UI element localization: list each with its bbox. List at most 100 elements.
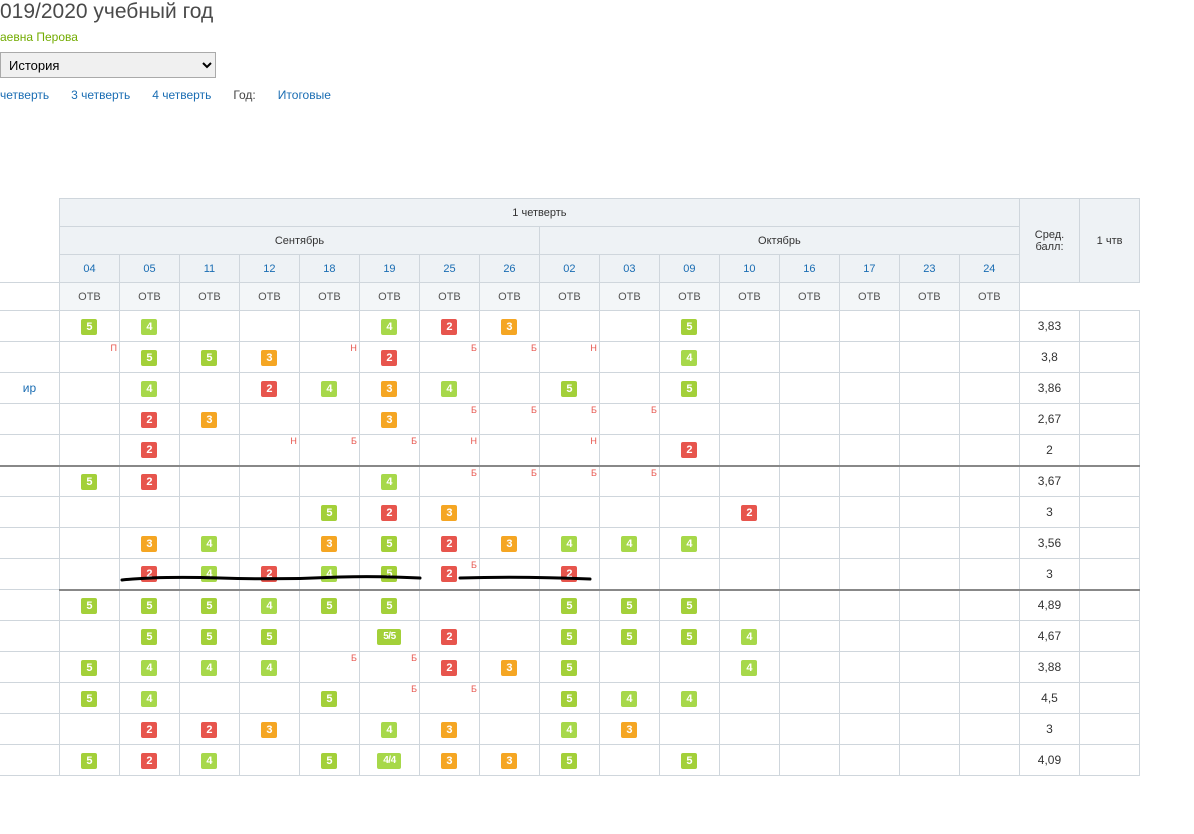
grade-cell[interactable]: 5 xyxy=(59,745,119,776)
grade-cell[interactable] xyxy=(899,652,959,683)
grade-cell[interactable]: 5 xyxy=(119,590,179,621)
grade-cell[interactable]: Н xyxy=(419,435,479,466)
grade-cell[interactable] xyxy=(119,497,179,528)
grade-cell[interactable] xyxy=(839,404,899,435)
date-col-03[interactable]: 03 xyxy=(599,255,659,283)
grade-cell[interactable] xyxy=(719,311,779,342)
grade-cell[interactable] xyxy=(839,652,899,683)
grade-cell[interactable] xyxy=(299,404,359,435)
grade-cell[interactable] xyxy=(239,683,299,714)
grade-cell[interactable] xyxy=(779,590,839,621)
grade-cell[interactable] xyxy=(479,683,539,714)
grade-cell[interactable] xyxy=(959,714,1019,745)
grade-cell[interactable]: Б xyxy=(359,435,419,466)
grade-cell[interactable] xyxy=(839,683,899,714)
grade-cell[interactable] xyxy=(779,311,839,342)
grade-cell[interactable] xyxy=(59,373,119,404)
grade-cell[interactable]: 2 xyxy=(119,714,179,745)
grade-cell[interactable]: 2 xyxy=(239,373,299,404)
grade-cell[interactable] xyxy=(779,683,839,714)
grade-cell[interactable] xyxy=(839,528,899,559)
grade-cell[interactable]: 5 xyxy=(659,590,719,621)
grade-cell[interactable]: 5 xyxy=(299,590,359,621)
grade-cell[interactable]: 4 xyxy=(299,559,359,590)
grade-cell[interactable]: Б xyxy=(359,683,419,714)
grade-cell[interactable] xyxy=(719,466,779,497)
grade-cell[interactable]: 5 xyxy=(659,311,719,342)
date-col-17[interactable]: 17 xyxy=(839,255,899,283)
grade-cell[interactable]: Б xyxy=(539,404,599,435)
grade-cell[interactable]: П xyxy=(59,342,119,373)
date-col-09[interactable]: 09 xyxy=(659,255,719,283)
grade-cell[interactable] xyxy=(959,404,1019,435)
grade-cell[interactable] xyxy=(59,404,119,435)
grade-cell[interactable] xyxy=(719,404,779,435)
grade-cell[interactable] xyxy=(179,497,239,528)
grade-cell[interactable] xyxy=(959,342,1019,373)
grade-cell[interactable]: 4 xyxy=(719,652,779,683)
grade-cell[interactable] xyxy=(839,466,899,497)
grade-cell[interactable]: 4 xyxy=(659,342,719,373)
grade-cell[interactable] xyxy=(59,497,119,528)
grade-cell[interactable] xyxy=(959,590,1019,621)
grade-cell[interactable] xyxy=(779,497,839,528)
grade-cell[interactable]: 2 xyxy=(119,435,179,466)
grade-cell[interactable] xyxy=(239,311,299,342)
grade-cell[interactable]: 2Б xyxy=(419,559,479,590)
grade-cell[interactable] xyxy=(839,311,899,342)
grade-cell[interactable]: 4 xyxy=(119,373,179,404)
grade-cell[interactable]: 5 xyxy=(539,373,599,404)
grade-cell[interactable] xyxy=(839,497,899,528)
grade-cell[interactable] xyxy=(59,559,119,590)
grade-cell[interactable] xyxy=(599,342,659,373)
grade-cell[interactable]: 3 xyxy=(179,404,239,435)
grade-cell[interactable]: 2 xyxy=(359,497,419,528)
grade-cell[interactable]: 5 xyxy=(659,621,719,652)
tab-q4[interactable]: 4 четверть xyxy=(152,88,211,102)
grade-cell[interactable]: 4 xyxy=(179,528,239,559)
grade-cell[interactable]: 5 xyxy=(59,590,119,621)
grade-cell[interactable] xyxy=(659,404,719,435)
grade-cell[interactable] xyxy=(659,559,719,590)
grade-cell[interactable] xyxy=(719,590,779,621)
grade-cell[interactable]: 4 xyxy=(359,311,419,342)
grade-cell[interactable] xyxy=(779,652,839,683)
grade-cell[interactable] xyxy=(899,714,959,745)
grade-cell[interactable] xyxy=(719,714,779,745)
grade-cell[interactable]: 5 xyxy=(539,683,599,714)
grade-cell[interactable] xyxy=(59,528,119,559)
date-col-23[interactable]: 23 xyxy=(899,255,959,283)
grade-cell[interactable]: Б xyxy=(479,466,539,497)
grade-cell[interactable]: 2 xyxy=(359,342,419,373)
date-col-05[interactable]: 05 xyxy=(119,255,179,283)
grade-cell[interactable]: Б xyxy=(419,683,479,714)
grade-cell[interactable] xyxy=(779,435,839,466)
grade-cell[interactable]: Б xyxy=(599,404,659,435)
grade-cell[interactable] xyxy=(179,435,239,466)
date-col-26[interactable]: 26 xyxy=(479,255,539,283)
grade-cell[interactable]: 5 xyxy=(299,745,359,776)
grade-cell[interactable]: Б xyxy=(299,652,359,683)
grade-cell[interactable]: 4 xyxy=(359,714,419,745)
subject-select[interactable]: История xyxy=(0,52,216,78)
grade-cell[interactable]: 5 xyxy=(239,621,299,652)
grade-cell[interactable] xyxy=(899,590,959,621)
grade-cell[interactable] xyxy=(959,621,1019,652)
grade-cell[interactable] xyxy=(719,342,779,373)
grade-cell[interactable] xyxy=(539,497,599,528)
grade-cell[interactable]: 5 xyxy=(179,590,239,621)
grade-cell[interactable]: 5 xyxy=(659,373,719,404)
date-col-16[interactable]: 16 xyxy=(779,255,839,283)
grade-cell[interactable] xyxy=(959,683,1019,714)
grade-cell[interactable]: 3 xyxy=(419,745,479,776)
grade-cell[interactable] xyxy=(719,373,779,404)
grade-cell[interactable] xyxy=(659,652,719,683)
grade-cell[interactable] xyxy=(719,745,779,776)
grade-cell[interactable] xyxy=(959,559,1019,590)
grade-cell[interactable]: 4 xyxy=(119,683,179,714)
grade-cell[interactable]: Н xyxy=(299,342,359,373)
grade-cell[interactable]: 5 xyxy=(299,683,359,714)
grade-cell[interactable]: 2 xyxy=(539,559,599,590)
grade-cell[interactable] xyxy=(839,559,899,590)
grade-cell[interactable]: Н xyxy=(239,435,299,466)
